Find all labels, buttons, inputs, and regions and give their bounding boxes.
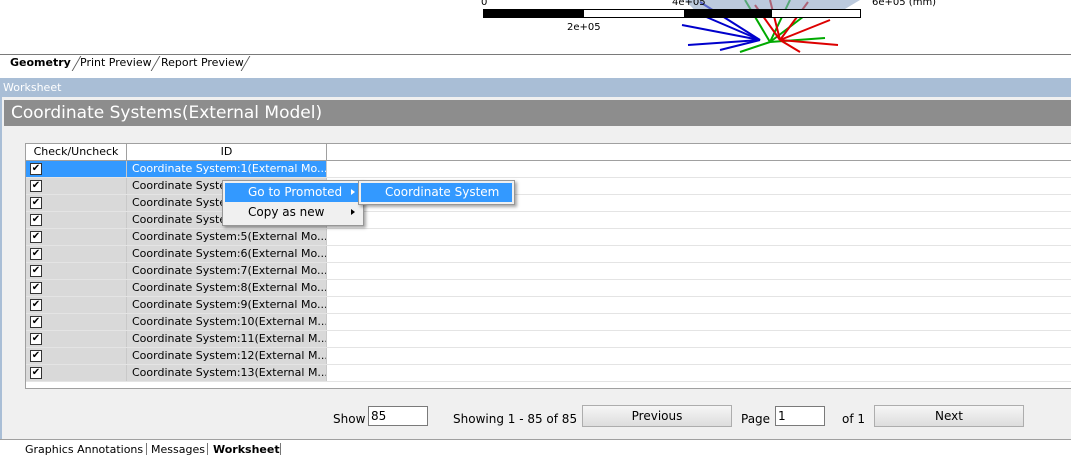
scale-bar [483, 9, 861, 18]
scale-label-zero: 0 [481, 0, 488, 8]
previous-button[interactable]: Previous [582, 405, 732, 427]
table-row[interactable]: ✔ Coordinate System:10(External M... [26, 314, 1071, 331]
context-menu: Go to Promoted Copy as new [222, 180, 364, 226]
id-cell[interactable]: Coordinate System:10(External M... [127, 314, 327, 330]
grid-rows: ✔ Coordinate System:1(External Mo... ✔ Coor… [26, 161, 1071, 382]
bottom-tabs: Graphics Annotations Messages Worksheet [0, 439, 1071, 455]
check-cell[interactable]: ✔ [26, 365, 127, 381]
tab-worksheet[interactable]: Worksheet [213, 443, 280, 455]
view-tabs: Geometry Print Preview Report Preview [0, 54, 1071, 71]
tab-print-preview[interactable]: Print Preview [72, 55, 156, 71]
show-label: Show [333, 412, 366, 426]
showing-text: Showing 1 - 85 of 85 [453, 412, 578, 426]
check-cell[interactable]: ✔ [26, 331, 127, 347]
table-row[interactable]: ✔ Coordinate System:5(External Mo... [26, 229, 1071, 246]
table-row[interactable]: ✔ Coordinate System:6(External Mo... [26, 246, 1071, 263]
check-cell[interactable]: ✔ [26, 161, 127, 177]
row-checkbox[interactable]: ✔ [30, 214, 42, 226]
column-header-check[interactable]: Check/Uncheck [26, 144, 127, 160]
scale-label-end: 6e+05 (mm) [872, 0, 937, 8]
table-row[interactable]: ✔ Coordinate System:1(External Mo... [26, 161, 1071, 178]
table-row[interactable]: ✔ Coordinate System:9(External Mo... [26, 297, 1071, 314]
table-row[interactable]: ✔ Coordinate System:11(External M... [26, 331, 1071, 348]
page-of-text: of 1 [842, 412, 866, 426]
menu-item-label: Copy as new [248, 205, 325, 219]
table-row[interactable]: ✔ Coordinate System:8(External Mo... [26, 280, 1071, 297]
panel-title: Coordinate Systems(External Model) [4, 100, 1071, 126]
coordinate-systems-grid: Check/Uncheck ID ✔ Coordinate System:1(Ex… [25, 143, 1071, 389]
id-cell[interactable]: Coordinate System:13(External M... [127, 365, 327, 381]
show-count-input[interactable]: 85 [368, 406, 428, 426]
table-row[interactable]: ✔Coordinate System:2(External Mo... [26, 178, 1071, 195]
id-cell[interactable]: Coordinate System:9(External Mo... [127, 297, 327, 313]
tab-graphics-annotations[interactable]: Graphics Annotations [25, 443, 143, 455]
check-cell[interactable]: ✔ [26, 212, 127, 228]
column-header-id[interactable]: ID [127, 144, 327, 160]
row-checkbox[interactable]: ✔ [30, 299, 42, 311]
id-cell[interactable]: Coordinate System:6(External Mo... [127, 246, 327, 262]
menu-item-label: Go to Promoted [248, 185, 343, 199]
next-button[interactable]: Next [874, 405, 1024, 427]
row-checkbox[interactable]: ✔ [30, 163, 42, 175]
table-row[interactable]: ✔ Coordinate System:13(External M... [26, 365, 1071, 382]
menu-item-copy-as-new[interactable]: Copy as new [225, 203, 361, 222]
submenu-arrow-icon [351, 189, 355, 195]
id-cell[interactable]: Coordinate System:12(External M... [127, 348, 327, 364]
graphics-viewport[interactable]: 0 4e+05 6e+05 (mm) 2e+05 [0, 0, 1071, 54]
check-cell[interactable]: ✔ [26, 195, 127, 211]
page-input[interactable]: 1 [775, 406, 825, 426]
table-row[interactable]: ✔Coordinate System:3(External Mo... [26, 195, 1071, 212]
check-cell[interactable]: ✔ [26, 314, 127, 330]
table-row[interactable]: ✔ Coordinate System:7(External Mo... [26, 263, 1071, 280]
worksheet-strip: Worksheet [0, 78, 1071, 97]
row-checkbox[interactable]: ✔ [30, 367, 42, 379]
id-cell[interactable]: Coordinate System:8(External Mo... [127, 280, 327, 296]
check-cell[interactable]: ✔ [26, 246, 127, 262]
scale-label-sub: 2e+05 [567, 22, 601, 33]
id-cell[interactable]: Coordinate System:11(External M... [127, 331, 327, 347]
check-cell[interactable]: ✔ [26, 263, 127, 279]
table-row[interactable]: ✔ Coordinate System:12(External M... [26, 348, 1071, 365]
grid-header: Check/Uncheck ID [26, 144, 1071, 161]
check-cell[interactable]: ✔ [26, 348, 127, 364]
menu-item-go-to-promoted[interactable]: Go to Promoted [225, 183, 361, 202]
scale-label-mid: 4e+05 [672, 0, 706, 8]
submenu-arrow-icon [351, 209, 355, 215]
check-cell[interactable]: ✔ [26, 280, 127, 296]
submenu: Coordinate System [358, 180, 515, 205]
row-checkbox[interactable]: ✔ [30, 248, 42, 260]
id-cell[interactable]: Coordinate System:7(External Mo... [127, 263, 327, 279]
row-checkbox[interactable]: ✔ [30, 350, 42, 362]
page-label: Page [741, 412, 771, 426]
row-checkbox[interactable]: ✔ [30, 265, 42, 277]
menu-item-coordinate-system[interactable]: Coordinate System [361, 183, 512, 202]
tab-geometry[interactable]: Geometry [2, 55, 75, 71]
tab-report-preview[interactable]: Report Preview [153, 55, 248, 71]
id-cell[interactable]: Coordinate System:1(External Mo... [127, 161, 327, 177]
row-checkbox[interactable]: ✔ [30, 333, 42, 345]
worksheet-panel: Coordinate Systems(External Model) Check… [0, 97, 1071, 439]
check-cell[interactable]: ✔ [26, 178, 127, 194]
tab-messages[interactable]: Messages [151, 443, 205, 455]
row-checkbox[interactable]: ✔ [30, 197, 42, 209]
row-checkbox[interactable]: ✔ [30, 180, 42, 192]
row-checkbox[interactable]: ✔ [30, 316, 42, 328]
table-row[interactable]: ✔Coordinate System:4(External Mo... [26, 212, 1071, 229]
row-checkbox[interactable]: ✔ [30, 231, 42, 243]
check-cell[interactable]: ✔ [26, 297, 127, 313]
check-cell[interactable]: ✔ [26, 229, 127, 245]
row-checkbox[interactable]: ✔ [30, 282, 42, 294]
id-cell[interactable]: Coordinate System:5(External Mo... [127, 229, 327, 245]
